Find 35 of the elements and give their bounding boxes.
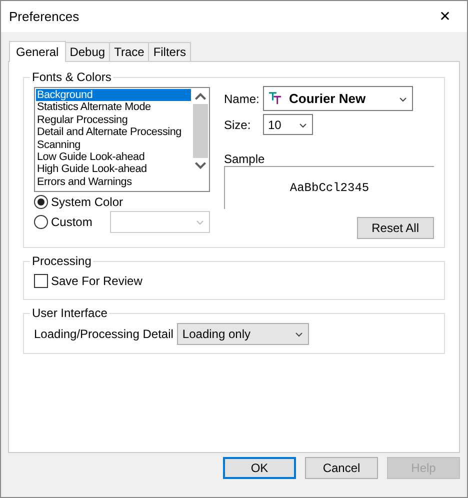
dialog-button[interactable]: OK — [223, 457, 296, 479]
group-title: Fonts & Colors — [31, 70, 112, 84]
dialog-button[interactable]: Cancel — [305, 457, 378, 479]
close-button[interactable]: ✕ — [423, 2, 467, 32]
radio-button[interactable] — [34, 195, 48, 209]
radio-button[interactable] — [34, 215, 48, 229]
list-item[interactable]: Regular Processing — [36, 114, 191, 126]
font-size-dropdown[interactable]: 10 — [263, 114, 313, 135]
group-title: Processing — [31, 254, 92, 268]
sample-text: AaBbCcl2345 — [290, 181, 370, 195]
reset-all-button[interactable]: Reset All — [356, 217, 434, 239]
checkbox[interactable] — [34, 274, 48, 288]
font-name-dropdown[interactable]: Courier New — [263, 86, 413, 111]
list-item[interactable]: Low Guide Look-ahead — [36, 151, 191, 164]
tab[interactable]: Debug — [64, 42, 110, 61]
window-title: Preferences — [9, 9, 80, 24]
tab[interactable]: General — [9, 41, 66, 62]
field-label: Loading/Processing Detail — [34, 327, 174, 341]
field-label: Name: — [224, 92, 260, 106]
field-label: Size: — [224, 118, 252, 132]
list-item[interactable]: Statistics Alternate Mode — [36, 101, 191, 114]
checkbox-label: Save For Review — [51, 274, 142, 288]
truetype-icon — [268, 92, 283, 105]
tab[interactable]: Filters — [148, 42, 191, 61]
group-title: User Interface — [31, 306, 108, 320]
list-item[interactable]: Background — [36, 89, 191, 102]
detail-dropdown[interactable]: Loading only — [177, 323, 310, 345]
list-item[interactable]: Detail and Alternate Processing — [36, 126, 191, 139]
color-dropdown[interactable] — [110, 211, 210, 233]
radio-label: Custom — [51, 215, 92, 229]
list-item[interactable]: Scanning — [36, 138, 191, 152]
list-item[interactable]: High Guide Look-ahead — [36, 163, 191, 176]
radio-label: System Color — [51, 195, 124, 209]
sample-label: Sample — [224, 152, 266, 166]
list-item[interactable]: Errors and Warnings — [36, 176, 191, 188]
